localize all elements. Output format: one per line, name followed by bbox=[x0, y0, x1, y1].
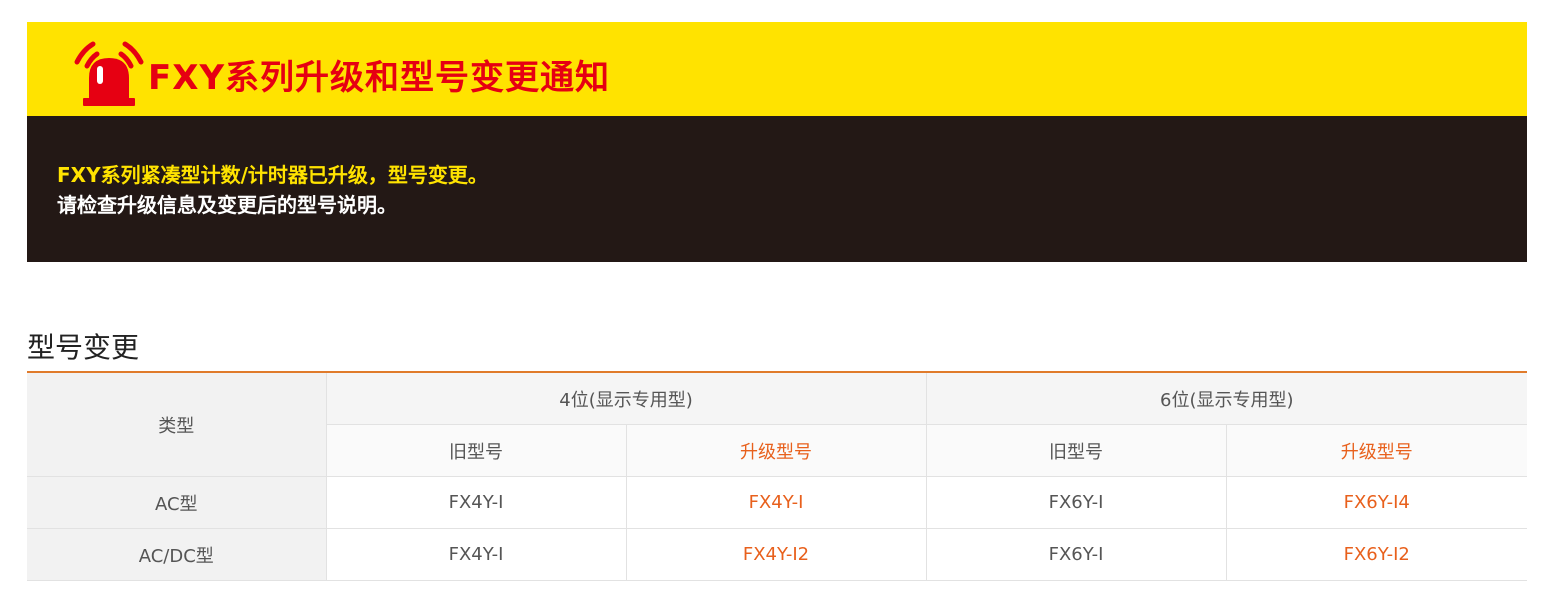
notice-line-check: 请检查升级信息及变更后的型号说明。 bbox=[57, 193, 397, 217]
row-type: AC/DC型 bbox=[27, 528, 327, 581]
upgraded-model-cell: FX6Y-I2 bbox=[1226, 528, 1527, 581]
table-row: AC/DC型 FX4Y-I FX4Y-I2 FX6Y-I FX6Y-I2 bbox=[27, 528, 1527, 581]
old-model-cell: FX4Y-I bbox=[326, 528, 627, 581]
subheader-old-model: 旧型号 bbox=[926, 424, 1227, 477]
group-header-6digit: 6位(显示专用型) bbox=[926, 372, 1527, 425]
notice-banner: FXY系列升级和型号变更通知 FXY系列紧凑型计数/计时器已升级，型号变更。 请… bbox=[27, 22, 1527, 262]
upgraded-model-cell: FX4Y-I2 bbox=[626, 528, 927, 581]
notice-title: FXY系列升级和型号变更通知 bbox=[148, 58, 611, 98]
group-header-4digit: 4位(显示专用型) bbox=[326, 372, 927, 425]
notice-header: FXY系列升级和型号变更通知 bbox=[27, 22, 1527, 116]
upgraded-model-cell: FX6Y-I4 bbox=[1226, 476, 1527, 529]
old-model-cell: FX6Y-I bbox=[926, 528, 1227, 581]
notice-body: FXY系列紧凑型计数/计时器已升级，型号变更。 请检查升级信息及变更后的型号说明… bbox=[27, 116, 1527, 262]
table-header-row: 类型 4位(显示专用型) 6位(显示专用型) bbox=[27, 372, 1527, 477]
old-model-cell: FX4Y-I bbox=[326, 476, 627, 529]
table-row: AC型 FX4Y-I FX4Y-I FX6Y-I FX6Y-I4 bbox=[27, 476, 1527, 529]
subheader-upgraded-model: 升级型号 bbox=[626, 424, 927, 477]
old-model-cell: FX6Y-I bbox=[926, 476, 1227, 529]
subheader-old-model: 旧型号 bbox=[326, 424, 627, 477]
section-title: 型号变更 bbox=[27, 331, 140, 364]
model-change-table: 类型 4位(显示专用型) 6位(显示专用型) 旧型号 升级型号 旧型号 升级型号… bbox=[27, 371, 1527, 581]
siren-icon bbox=[74, 41, 144, 106]
type-header: 类型 bbox=[27, 372, 327, 477]
row-type: AC型 bbox=[27, 476, 327, 529]
upgraded-model-cell: FX4Y-I bbox=[626, 476, 927, 529]
notice-line-upgrade: FXY系列紧凑型计数/计时器已升级，型号变更。 bbox=[57, 163, 488, 187]
subheader-upgraded-model: 升级型号 bbox=[1226, 424, 1527, 477]
